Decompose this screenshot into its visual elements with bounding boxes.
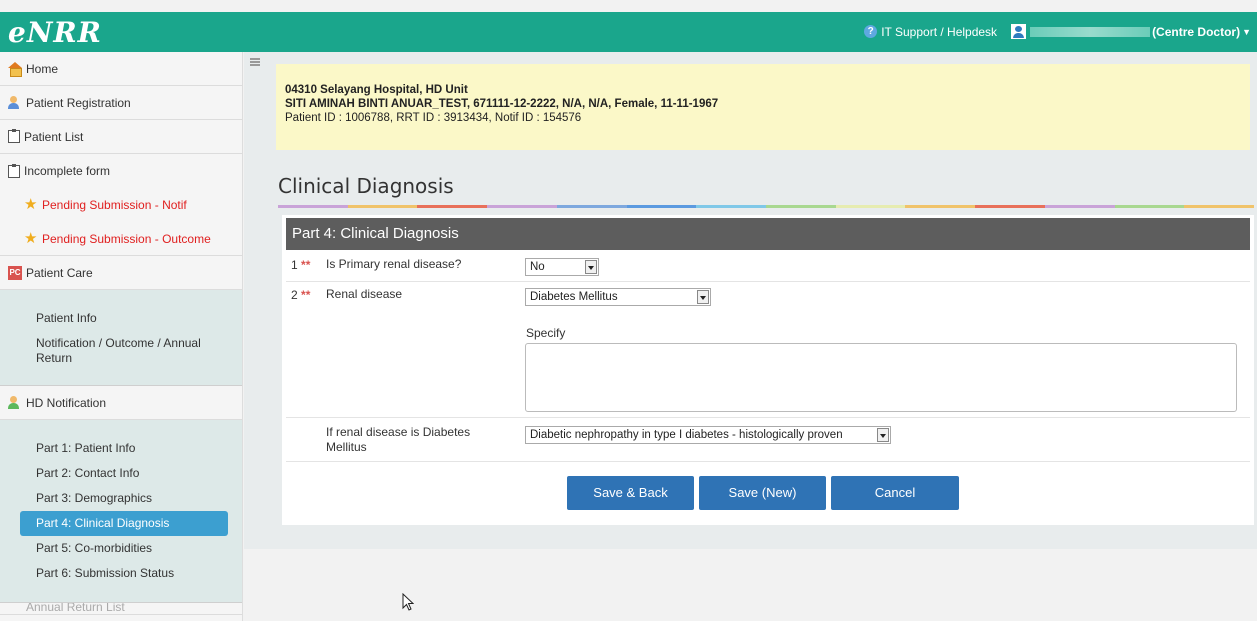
sidebar-item-label: Patient Registration bbox=[26, 95, 131, 110]
hd-notification-submenu: Part 1: Patient Info Part 2: Contact Inf… bbox=[0, 420, 242, 603]
specify-textarea[interactable] bbox=[525, 343, 1237, 412]
helpdesk-link[interactable]: IT Support / Helpdesk bbox=[881, 25, 997, 39]
sidebar-item-patient-list[interactable]: Patient List bbox=[0, 120, 242, 154]
primary-renal-disease-select[interactable]: No bbox=[525, 258, 599, 276]
top-navbar: eNRR ? IT Support / Helpdesk (Centre Doc… bbox=[0, 12, 1257, 52]
top-right-menu: ? IT Support / Helpdesk (Centre Doctor) … bbox=[864, 24, 1251, 39]
star-icon: ★ bbox=[24, 196, 38, 213]
diabetes-type-select[interactable]: Diabetic nephropathy in type I diabetes … bbox=[525, 426, 891, 444]
chevron-down-icon[interactable] bbox=[585, 260, 597, 274]
sidebar-item-label: Patient List bbox=[24, 129, 84, 144]
sidebar-item-annual-return[interactable]: Annual Return List bbox=[0, 603, 242, 615]
form-row-renal-disease: 2 ** Renal disease Diabetes Mellitus Spe… bbox=[286, 282, 1250, 418]
form-row-diabetes-type: If renal disease is Diabetes Mellitus Di… bbox=[286, 418, 1250, 462]
question-label: Renal disease bbox=[326, 287, 403, 301]
page-title: Clinical Diagnosis bbox=[278, 174, 454, 198]
sidebar-item-pending-outcome[interactable]: ★ Pending Submission - Outcome bbox=[0, 222, 242, 256]
chevron-down-icon[interactable] bbox=[877, 428, 889, 442]
patient-info-banner: 04310 Selayang Hospital, HD Unit SITI AM… bbox=[276, 64, 1250, 150]
title-divider bbox=[278, 205, 1255, 208]
question-label: Is Primary renal disease? bbox=[326, 257, 462, 271]
users-icon bbox=[8, 395, 22, 410]
select-value: Diabetic nephropathy in type I diabetes … bbox=[530, 429, 843, 441]
patient-care-submenu: Patient Info Notification / Outcome / An… bbox=[0, 290, 242, 386]
sidebar-item-hd-notification[interactable]: HD Notification bbox=[0, 386, 242, 420]
help-icon[interactable]: ? bbox=[864, 25, 878, 38]
question-number: 1 ** bbox=[291, 258, 311, 272]
clipboard-icon bbox=[8, 163, 20, 178]
menu-toggle-icon[interactable] bbox=[250, 58, 260, 66]
form-row-primary-renal-disease: 1 ** Is Primary renal disease? No bbox=[286, 250, 1250, 282]
sidebar-item-patient-care[interactable]: PC Patient Care bbox=[0, 256, 242, 290]
sidebar-item-pending-notif[interactable]: ★ Pending Submission - Notif bbox=[0, 188, 242, 222]
submenu-item-part6[interactable]: Part 6: Submission Status bbox=[20, 561, 228, 586]
submenu-item-patient-info[interactable]: Patient Info bbox=[20, 306, 228, 331]
sidebar-item-home[interactable]: Home bbox=[0, 52, 242, 86]
user-name-redacted bbox=[1030, 26, 1151, 37]
sidebar-item-label: Incomplete form bbox=[24, 164, 111, 178]
sidebar-item-label: Annual Return List bbox=[26, 603, 125, 614]
submenu-item-notification-outcome[interactable]: Notification / Outcome / Annual Return bbox=[20, 331, 228, 371]
cancel-button[interactable]: Cancel bbox=[831, 476, 959, 510]
required-marker: ** bbox=[301, 258, 311, 272]
chevron-down-icon[interactable]: ▼ bbox=[1242, 27, 1251, 37]
user-icon[interactable] bbox=[1011, 24, 1027, 39]
select-value: No bbox=[530, 261, 545, 273]
star-icon: ★ bbox=[24, 229, 38, 247]
question-number: 2 ** bbox=[291, 288, 311, 302]
submenu-item-part1[interactable]: Part 1: Patient Info bbox=[20, 436, 228, 461]
submenu-item-part5[interactable]: Part 5: Co-morbidities bbox=[20, 536, 228, 561]
user-role-dropdown[interactable]: (Centre Doctor) bbox=[1152, 25, 1240, 39]
patient-ids: Patient ID : 1006788, RRT ID : 3913434, … bbox=[285, 112, 582, 124]
main-content: 04310 Selayang Hospital, HD Unit SITI AM… bbox=[244, 52, 1257, 549]
chevron-down-icon[interactable] bbox=[697, 290, 709, 304]
specify-label: Specify bbox=[526, 326, 566, 340]
users-icon bbox=[8, 95, 22, 110]
app-logo[interactable]: eNRR bbox=[8, 16, 102, 49]
form-section-title: Part 4: Clinical Diagnosis bbox=[286, 218, 1250, 250]
sidebar-item-patient-registration[interactable]: Patient Registration bbox=[0, 86, 242, 120]
patient-details: SITI AMINAH BINTI ANUAR_TEST, 671111-12-… bbox=[285, 98, 719, 110]
sidebar-item-incomplete-form[interactable]: Incomplete form bbox=[0, 154, 242, 188]
patient-care-icon: PC bbox=[8, 265, 22, 280]
submenu-item-part3[interactable]: Part 3: Demographics bbox=[20, 486, 228, 511]
renal-disease-select[interactable]: Diabetes Mellitus bbox=[525, 288, 711, 306]
save-new-button[interactable]: Save (New) bbox=[699, 476, 826, 510]
centre-name: 04310 Selayang Hospital, HD Unit bbox=[285, 84, 468, 96]
sidebar-item-label: Patient Care bbox=[26, 265, 93, 280]
sidebar-item-label: Pending Submission - Outcome bbox=[42, 231, 211, 246]
question-label: If renal disease is Diabetes Mellitus bbox=[326, 425, 471, 454]
sidebar-item-label: Pending Submission - Notif bbox=[42, 198, 187, 212]
sidebar-item-label: HD Notification bbox=[26, 395, 107, 410]
submenu-item-part4[interactable]: Part 4: Clinical Diagnosis bbox=[20, 511, 228, 536]
sidebar-item-label: Home bbox=[26, 61, 59, 76]
submenu-item-part2[interactable]: Part 2: Contact Info bbox=[20, 461, 228, 486]
select-value: Diabetes Mellitus bbox=[530, 291, 618, 303]
sidebar: Home Patient Registration Patient List I… bbox=[0, 52, 243, 621]
save-and-back-button[interactable]: Save & Back bbox=[567, 476, 694, 510]
clipboard-icon bbox=[8, 129, 20, 143]
required-marker: ** bbox=[301, 288, 311, 302]
home-icon bbox=[8, 61, 22, 77]
